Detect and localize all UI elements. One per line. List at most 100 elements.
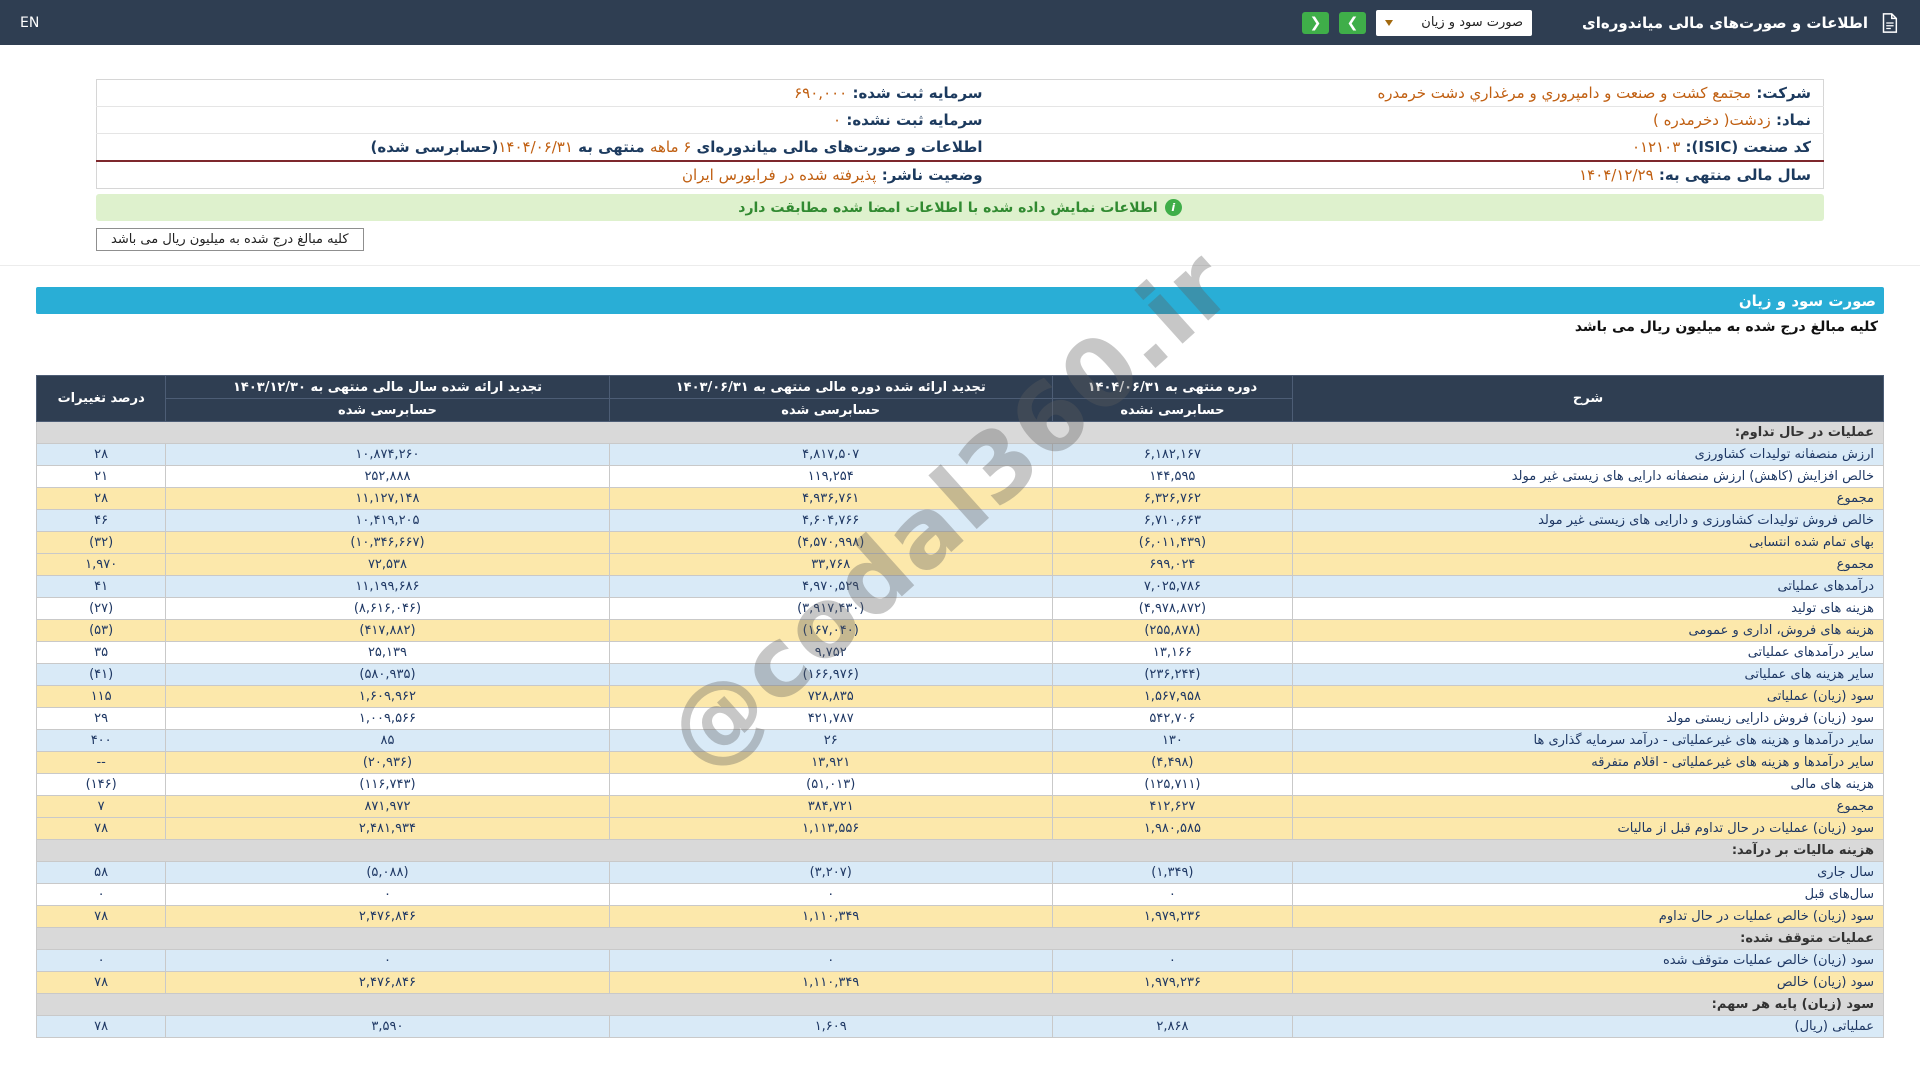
row-label: سود (زیان) فروش دارایی زیستی مولد: [1291, 707, 1885, 730]
amount-value: (۴۱۷,۸۸۲): [165, 619, 610, 642]
table-row: سایر درآمدها و هزینه های غیرعملیاتی - اق…: [35, 751, 1885, 774]
amount-value: ۰: [1051, 883, 1293, 906]
col-subheader-audit-2: حسابرسی شده: [165, 398, 610, 422]
amount-value: (۵۸۰,۹۳۵): [165, 663, 610, 686]
table-row: سود (زیان) خالص عملیات در حال تداوم ۱,۹۷۹…: [35, 905, 1885, 928]
page-title: اطلاعات و صورت‌های مالی میاندوره‌ای: [1582, 13, 1868, 32]
row-label: سود (زیان) عملیات در حال تداوم قبل از ما…: [1291, 817, 1885, 840]
prev-statement-button[interactable]: ❮: [1339, 11, 1367, 34]
amount-value: ۹,۷۵۲: [608, 641, 1053, 664]
info-value: ۶۹۰,۰۰۰: [794, 84, 848, 102]
info-value: پذیرفته شده در فرابورس ایران: [682, 166, 877, 184]
col-header-period-current: دوره منتهی به ۱۴۰۴/۰۶/۳۱: [1051, 375, 1293, 399]
table-row: درآمدهای عملیاتی ۷,۰۲۵,۷۸۶ ۴,۹۷۰,۵۲۹ ۱۱,۱۹۹…: [35, 575, 1885, 598]
info-cell-left: سرمایه ثبت نشده: ۰: [96, 106, 995, 134]
pct-change-value: (۴۱): [35, 663, 167, 686]
company-info-row: نماد: زدشت( دخرمدره ) سرمایه ثبت نشده: ۰: [96, 106, 1824, 134]
col-subheader-audit-1: حسابرسی شده: [608, 398, 1053, 422]
financial-statement-icon: [1878, 12, 1900, 34]
table-row: هزینه های فروش، اداری و عمومی (۲۵۵,۸۷۸) (۱…: [35, 619, 1885, 642]
pct-change-value: ۰: [35, 949, 167, 972]
amount-value: ۰: [608, 949, 1053, 972]
table-row: هزینه های تولید (۴,۹۷۸,۸۷۲) (۳,۹۱۷,۴۳۰) (۸,…: [35, 597, 1885, 620]
col-header-pct-change: درصد تغییرات: [35, 375, 167, 422]
amount-value: ۱,۱۱۳,۵۵۶: [608, 817, 1053, 840]
info-cell-right: کد صنعت (ISIC): ۰۱۲۱۰۳: [994, 133, 1824, 161]
company-info-row: شرکت: مجتمع کشت و صنعت و دامپروري و مرغد…: [97, 80, 1824, 107]
row-label: مجموع: [1291, 795, 1885, 818]
info-value: ۱۴۰۴/۱۲/۲۹: [1579, 166, 1654, 184]
amount-value: ۳۳,۷۶۸: [608, 553, 1053, 576]
col-header-period-restated-mid: تجدید ارائه شده دوره مالی منتهی به ۱۴۰۳/…: [608, 375, 1053, 399]
amount-value: ۱,۶۰۹: [608, 1015, 1053, 1038]
pct-change-value: ۲۸: [35, 487, 167, 510]
pct-change-value: (۵۳): [35, 619, 167, 642]
table-row: خالص افزایش (کاهش) ارزش منصفانه دارایی ه…: [35, 465, 1885, 488]
company-info-row: کد صنعت (ISIC): ۰۱۲۱۰۳ اطلاعات و صورت‌های…: [96, 133, 1824, 161]
row-label: هزینه های مالی: [1291, 773, 1885, 796]
row-label: خالص افزایش (کاهش) ارزش منصفانه دارایی ه…: [1291, 465, 1885, 488]
table-row: سود (زیان) عملیات در حال تداوم قبل از ما…: [35, 817, 1885, 840]
amount-value: ۲۵۲,۸۸۸: [165, 465, 610, 488]
pct-change-value: ۷۸: [35, 971, 167, 994]
table-row: سایر هزینه های عملیاتی (۲۳۶,۲۴۴) (۱۶۶,۹۷۶)…: [35, 663, 1885, 686]
info-label: اطلاعات و صورت‌های مالی میاندوره‌ای: [691, 138, 983, 156]
info-value: ۱۴۰۴/۰۶/۳۱: [498, 138, 573, 156]
pct-change-value: (۲۷): [35, 597, 167, 620]
amount-value: ۱,۵۶۷,۹۵۸: [1051, 685, 1293, 708]
amount-value: ۷۲,۵۳۸: [165, 553, 610, 576]
table-row: سود (زیان) عملیاتی ۱,۵۶۷,۹۵۸ ۷۲۸,۸۳۵ ۱,۶۰۹,…: [35, 685, 1885, 708]
signature-banner: i اطلاعات نمایش داده شده با اطلاعات امضا…: [96, 194, 1824, 221]
info-label: وضعیت ناشر:: [876, 166, 983, 184]
amount-value: ۲,۸۶۸: [1051, 1015, 1293, 1038]
pct-change-value: ۱,۹۷۰: [35, 553, 167, 576]
amount-value: ۱,۹۷۹,۲۳۶: [1051, 971, 1293, 994]
statement-table-head: شرح دوره منتهی به ۱۴۰۴/۰۶/۳۱ تجدید ارائه…: [35, 375, 1885, 422]
section-label: عملیات متوقف شده:: [36, 927, 1884, 950]
pct-change-value: ۷۸: [35, 905, 167, 928]
table-row: خالص فروش تولیدات کشاورزی و دارایی های ز…: [35, 509, 1885, 532]
amount-value: ۴,۶۰۴,۷۶۶: [608, 509, 1053, 532]
info-value: زدشت( دخرمدره ): [1653, 111, 1771, 129]
amount-value: ۱۳,۱۶۶: [1051, 641, 1293, 664]
amount-value: ۲,۴۷۶,۸۴۶: [165, 905, 610, 928]
amount-value: (۴,۴۹۸): [1051, 751, 1293, 774]
language-toggle[interactable]: EN: [20, 15, 39, 31]
amount-value: ۱,۰۰۹,۵۶۶: [165, 707, 610, 730]
unit-note-box: کلیه مبالغ درج شده به میلیون ریال می باش…: [96, 228, 364, 251]
pct-change-value: ۱۱۵: [35, 685, 167, 708]
table-row: سود (زیان) فروش دارایی زیستی مولد ۵۴۲,۷۰۶…: [35, 707, 1885, 730]
amount-value: ۴,۸۱۷,۵۰۷: [608, 443, 1053, 466]
pct-change-value: ۷۸: [35, 1015, 167, 1038]
info-cell-left: وضعیت ناشر: پذیرفته شده در فرابورس ایران: [96, 160, 995, 189]
amount-value: ۱,۶۰۹,۹۶۲: [165, 685, 610, 708]
table-row: هزینه مالیات بر درآمد:: [36, 839, 1884, 862]
company-info-row: سال مالی منتهی به: ۱۴۰۴/۱۲/۲۹ وضعیت ناشر:…: [96, 160, 1824, 189]
company-info-table: شرکت: مجتمع کشت و صنعت و دامپروري و مرغد…: [96, 79, 1824, 189]
amount-value: ۲۶: [608, 729, 1053, 752]
row-label: عملیاتی (ریال): [1291, 1015, 1885, 1038]
pct-change-value: (۳۲): [35, 531, 167, 554]
info-value: ۰: [833, 111, 842, 129]
pct-change-value: ۵۸: [35, 861, 167, 884]
table-row: سال جاری (۱,۳۴۹) (۳,۲۰۷) (۵,۰۸۸) ۵۸: [35, 861, 1885, 884]
statement-type-dropdown[interactable]: صورت سود و زیان: [1376, 9, 1533, 36]
section-label: سود (زیان) پایه هر سهم:: [36, 993, 1884, 1016]
page: اطلاعات و صورت‌های مالی میاندوره‌ای صورت…: [0, 0, 1920, 1080]
amount-value: ۱۰,۸۷۴,۲۶۰: [165, 443, 610, 466]
pct-change-value: ۴۱: [35, 575, 167, 598]
amount-value: ۱۱۹,۲۵۴: [608, 465, 1053, 488]
info-label: شرکت:: [1751, 84, 1811, 102]
row-label: سود (زیان) عملیاتی: [1291, 685, 1885, 708]
amount-value: ۲,۴۷۶,۸۴۶: [165, 971, 610, 994]
pct-change-value: ۴۰۰: [35, 729, 167, 752]
info-value: ۶ ماهه: [649, 138, 692, 156]
row-label: سود (زیان) خالص عملیات متوقف شده: [1291, 949, 1885, 972]
next-statement-button[interactable]: ❯: [1302, 11, 1330, 34]
pct-change-value: ۲۹: [35, 707, 167, 730]
pct-change-value: ۳۵: [35, 641, 167, 664]
section-label: هزینه مالیات بر درآمد:: [36, 839, 1884, 862]
amount-value: ۸۵: [165, 729, 610, 752]
amount-value: ۱۳۰: [1051, 729, 1293, 752]
amount-value: ۱۱,۱۲۷,۱۴۸: [165, 487, 610, 510]
